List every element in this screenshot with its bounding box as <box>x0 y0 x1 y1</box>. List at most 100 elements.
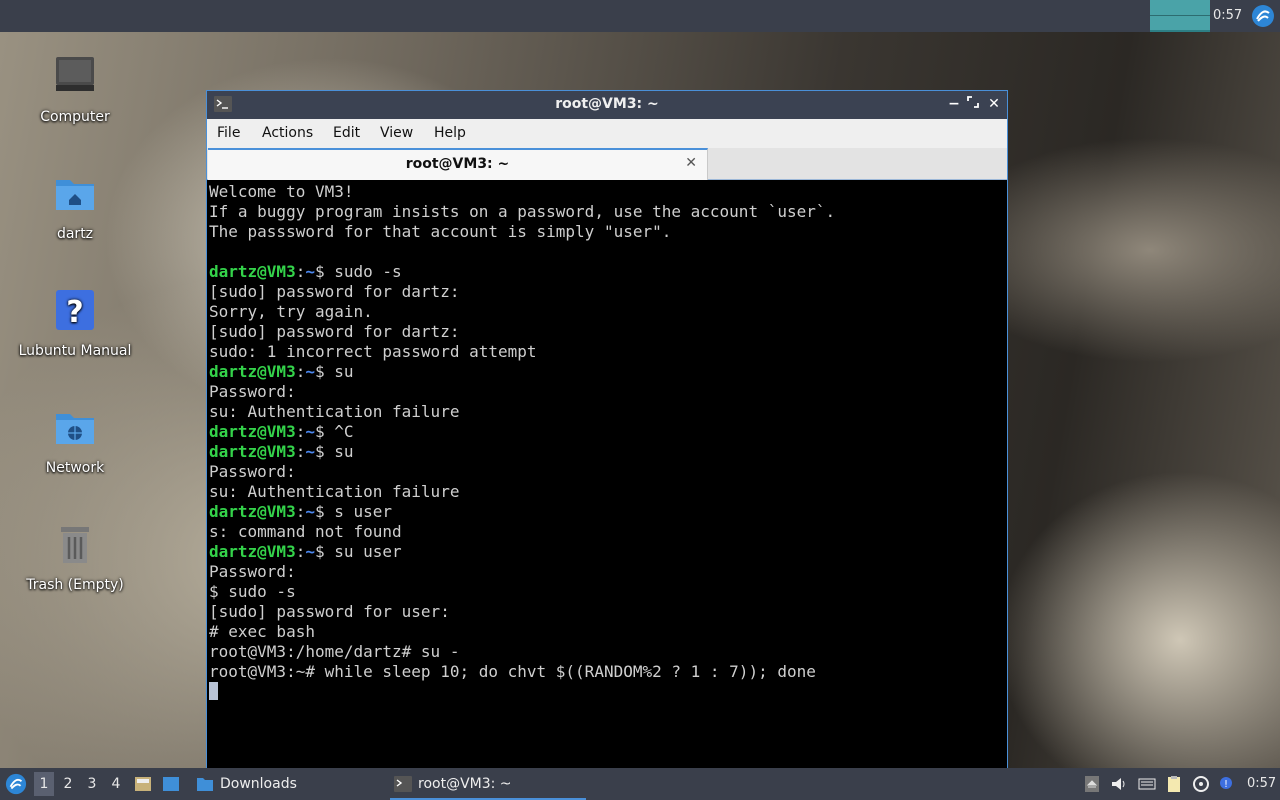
prompt-user: dartz@VM3 <box>209 502 296 521</box>
terminal-line: dartz@VM3:~$ su user <box>209 542 1007 562</box>
prompt-path: ~ <box>305 362 315 381</box>
terminal-line: root@VM3:~# while sleep 10; do chvt $((R… <box>209 662 1007 682</box>
terminal-line: Welcome to VM3! <box>209 182 1007 202</box>
close-button[interactable]: ✕ <box>985 95 1003 113</box>
menu-help[interactable]: Help <box>434 125 466 141</box>
workspace-4[interactable]: 4 <box>106 776 126 792</box>
prompt-path: ~ <box>305 442 315 461</box>
panel-widget[interactable] <box>1150 0 1210 32</box>
desktop-icon-lubuntu-manual[interactable]: ? Lubuntu Manual <box>10 289 140 359</box>
tab-bar: root@VM3: ~ ✕ <box>207 148 1007 180</box>
volume-icon[interactable] <box>1110 775 1128 793</box>
prompt-separator: : <box>295 542 306 561</box>
task-label: root@VM3: ~ <box>418 776 512 792</box>
keyboard-icon[interactable] <box>1138 775 1156 793</box>
folder-icon <box>197 778 213 791</box>
terminal-text: Password: <box>209 562 296 581</box>
workspace-2[interactable]: 2 <box>58 776 78 792</box>
taskbar-clock[interactable]: 0:57 <box>1247 776 1276 791</box>
terminal-line: Password: <box>209 562 1007 582</box>
menu-view[interactable]: View <box>380 125 413 141</box>
terminal-line: $ sudo -s <box>209 582 1007 602</box>
desktop-icon-label: Network <box>45 460 105 476</box>
menu-actions[interactable]: Actions <box>262 125 313 141</box>
terminal-line: Sorry, try again. <box>209 302 1007 322</box>
terminal-text: sudo: 1 incorrect password attempt <box>209 342 537 361</box>
terminal-line: dartz@VM3:~$ s user <box>209 502 1007 522</box>
svg-text:?: ? <box>66 295 83 330</box>
terminal-text: $ su user <box>314 542 402 561</box>
task-label: Downloads <box>220 776 297 792</box>
terminal-line: Password: <box>209 462 1007 482</box>
prompt-user: dartz@VM3 <box>209 542 296 561</box>
computer-icon <box>56 57 94 91</box>
eject-icon[interactable] <box>1083 775 1101 793</box>
terminal-line: # exec bash <box>209 622 1007 642</box>
terminal-line: dartz@VM3:~$ sudo -s <box>209 262 1007 282</box>
file-manager-icon[interactable] <box>134 775 152 793</box>
terminal-text: Sorry, try again. <box>209 302 373 321</box>
terminal-line: s: command not found <box>209 522 1007 542</box>
desktop-icon-label: Lubuntu Manual <box>18 343 132 359</box>
terminal-text: $ s user <box>314 502 393 521</box>
task-terminal[interactable]: root@VM3: ~ <box>390 768 586 800</box>
terminal-output[interactable]: Welcome to VM3! If a buggy program insist… <box>209 182 1007 769</box>
tab-terminal[interactable]: root@VM3: ~ ✕ <box>208 148 708 180</box>
taskbar: 1 2 3 4 Downloads root@VM3: ~ ! 0:57 <box>0 768 1280 800</box>
terminal-text: $ sudo -s <box>209 582 296 601</box>
task-downloads[interactable]: Downloads <box>192 768 297 800</box>
terminal-cursor <box>209 682 218 700</box>
desktop-icon-dartz[interactable]: dartz <box>10 172 140 242</box>
notification-icon[interactable]: ! <box>1217 775 1235 793</box>
trash-icon <box>61 527 89 563</box>
desktop-icon-label: dartz <box>56 226 94 242</box>
maximize-button[interactable] <box>964 95 982 113</box>
terminal-line: [sudo] password for dartz: <box>209 322 1007 342</box>
terminal-text: root@VM3:/home/dartz# su - <box>209 642 460 661</box>
prompt-path: ~ <box>305 422 315 441</box>
terminal-line: Password: <box>209 382 1007 402</box>
terminal-text: Welcome to VM3! <box>209 182 354 201</box>
menu-edit[interactable]: Edit <box>333 125 360 141</box>
terminal-line: [sudo] password for user: <box>209 602 1007 622</box>
workspace-3[interactable]: 3 <box>82 776 102 792</box>
terminal-window[interactable]: root@VM3: ~ − ✕ File Actions Edit View H… <box>206 90 1008 770</box>
window-titlebar[interactable]: root@VM3: ~ − ✕ <box>207 91 1007 119</box>
minimize-button[interactable]: − <box>945 95 963 113</box>
update-notifier-icon[interactable] <box>1192 775 1210 793</box>
prompt-separator: : <box>295 422 306 441</box>
prompt-separator: : <box>295 362 306 381</box>
desktop-icon-label: Trash (Empty) <box>26 577 124 593</box>
terminal-line: dartz@VM3:~$ su <box>209 442 1007 462</box>
desktop-icon-computer[interactable]: Computer <box>10 55 140 125</box>
prompt-path: ~ <box>305 542 315 561</box>
desktop-icon-trash[interactable]: Trash (Empty) <box>10 523 140 593</box>
prompt-user: dartz@VM3 <box>209 362 296 381</box>
clipboard-icon[interactable] <box>1165 775 1183 793</box>
lubuntu-logo-icon[interactable] <box>1251 4 1275 28</box>
terminal-text: # exec bash <box>209 622 315 641</box>
terminal-text: [sudo] password for dartz: <box>209 282 460 301</box>
terminal-text: Password: <box>209 382 296 401</box>
workspace-1[interactable]: 1 <box>34 772 54 796</box>
desktop-icon-label: Computer <box>40 109 110 125</box>
help-icon: ? <box>56 290 94 330</box>
terminal-text: If a buggy program insists on a password… <box>209 202 836 221</box>
terminal-line: The passsword for that account is simply… <box>209 222 1007 242</box>
desktop-icon-network[interactable]: Network <box>10 406 140 476</box>
prompt-path: ~ <box>305 502 315 521</box>
prompt-separator: : <box>295 442 306 461</box>
terminal-cursor-line <box>209 682 1007 702</box>
terminal-text: $ sudo -s <box>314 262 402 281</box>
prompt-user: dartz@VM3 <box>209 442 296 461</box>
show-desktop-icon[interactable] <box>162 775 180 793</box>
start-menu-icon[interactable] <box>5 773 27 795</box>
network-folder-icon <box>56 414 94 444</box>
maximize-icon <box>967 96 979 108</box>
terminal-text: [sudo] password for dartz: <box>209 322 460 341</box>
menu-file[interactable]: File <box>217 125 240 141</box>
top-clock[interactable]: 0:57 <box>1213 8 1242 23</box>
tab-close-icon[interactable]: ✕ <box>685 155 697 171</box>
terminal-text: $ su <box>314 442 354 461</box>
